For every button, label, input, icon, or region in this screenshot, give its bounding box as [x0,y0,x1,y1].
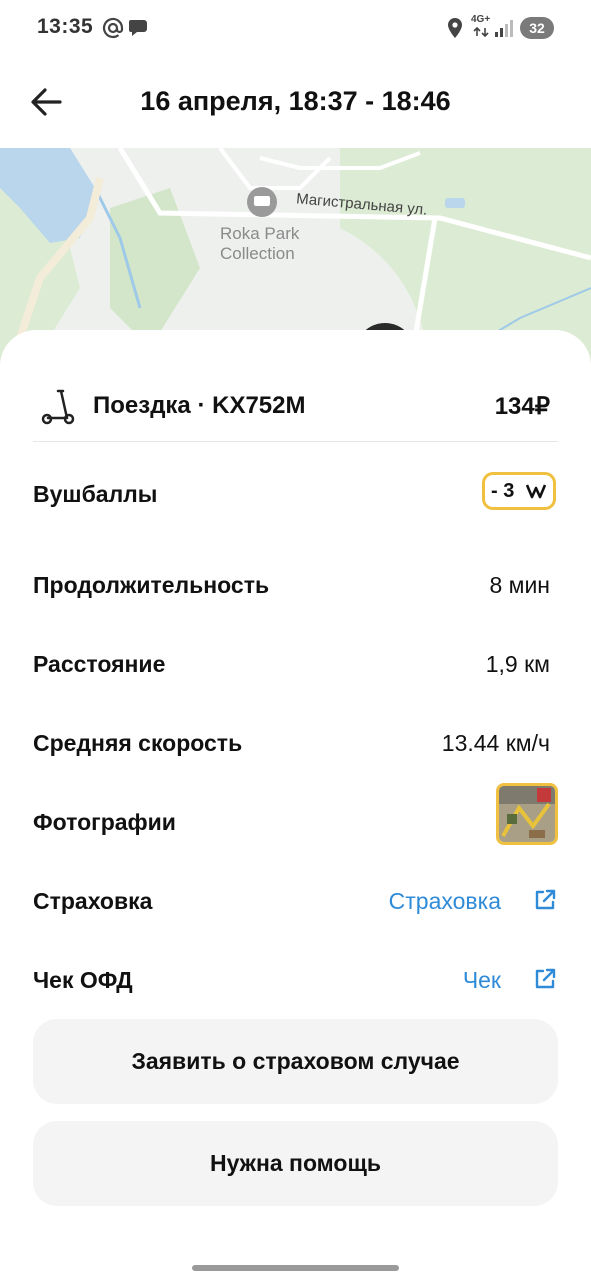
trip-photo-thumbnail[interactable] [496,783,558,845]
photo-image [499,786,555,842]
chat-bubble-icon [129,20,147,36]
data-arrows-icon [473,27,489,37]
speed-label: Средняя скорость [33,730,243,756]
location-pin-icon [448,18,462,38]
duration-value: 8 мин [489,572,550,598]
receipt-label: Чек ОФД [33,967,133,993]
duration-label: Продолжительность [33,572,270,598]
external-link-icon[interactable] [532,966,558,992]
distance-value: 1,9 км [485,651,550,677]
photos-row: Фотографии [33,783,558,845]
page-title: 16 апреля, 18:37 - 18:46 [140,86,451,116]
external-link-icon[interactable] [532,887,558,913]
trip-price: 134₽ [494,393,550,420]
signal-icon [495,20,513,37]
insurance-row: Страховка Страховка [33,882,558,922]
battery-badge: 32 [520,17,554,39]
need-help-button[interactable]: Нужна помощь [33,1121,558,1206]
points-label: Вушбаллы [33,481,158,507]
trip-details-sheet: Поездка · KX752M 134₽ Вушбаллы - 3 Продо… [0,330,591,1280]
insurance-link[interactable]: Страховка [389,888,501,915]
trip-summary: Поездка · KX752M 134₽ [33,380,558,440]
network-type: 4G+ [471,14,491,25]
speed-row: Средняя скорость 13.44 км/ч [33,724,558,764]
insurance-label: Страховка [33,888,153,914]
duration-row: Продолжительность 8 мин [33,566,558,606]
status-time: 13:35 [37,15,94,38]
speed-value: 13.44 км/ч [441,730,550,756]
at-icon [102,17,124,39]
claim-insurance-button[interactable]: Заявить о страховом случае [33,1019,558,1104]
points-value: - 3 [491,480,515,502]
trip-label: Поездка · KX752M [93,392,306,419]
receipt-link[interactable]: Чек [463,967,501,994]
divider [33,441,558,442]
status-bar: 13:35 4G+ 32 [0,0,591,58]
points-badge[interactable]: - 3 [482,472,556,510]
header: 16 апреля, 18:37 - 18:46 [0,58,591,148]
home-indicator [192,1265,399,1271]
photos-label: Фотографии [33,809,176,835]
woosh-logo-icon [525,484,547,499]
points-row: Вушбаллы - 3 [33,472,558,515]
distance-label: Расстояние [33,651,166,677]
map-poi-label-line2: Collection [220,244,295,263]
distance-row: Расстояние 1,9 км [33,645,558,685]
map-poi-label-line1: Roka Park [220,224,300,243]
scooter-icon [41,389,75,425]
receipt-row: Чек ОФД Чек [33,961,558,1001]
